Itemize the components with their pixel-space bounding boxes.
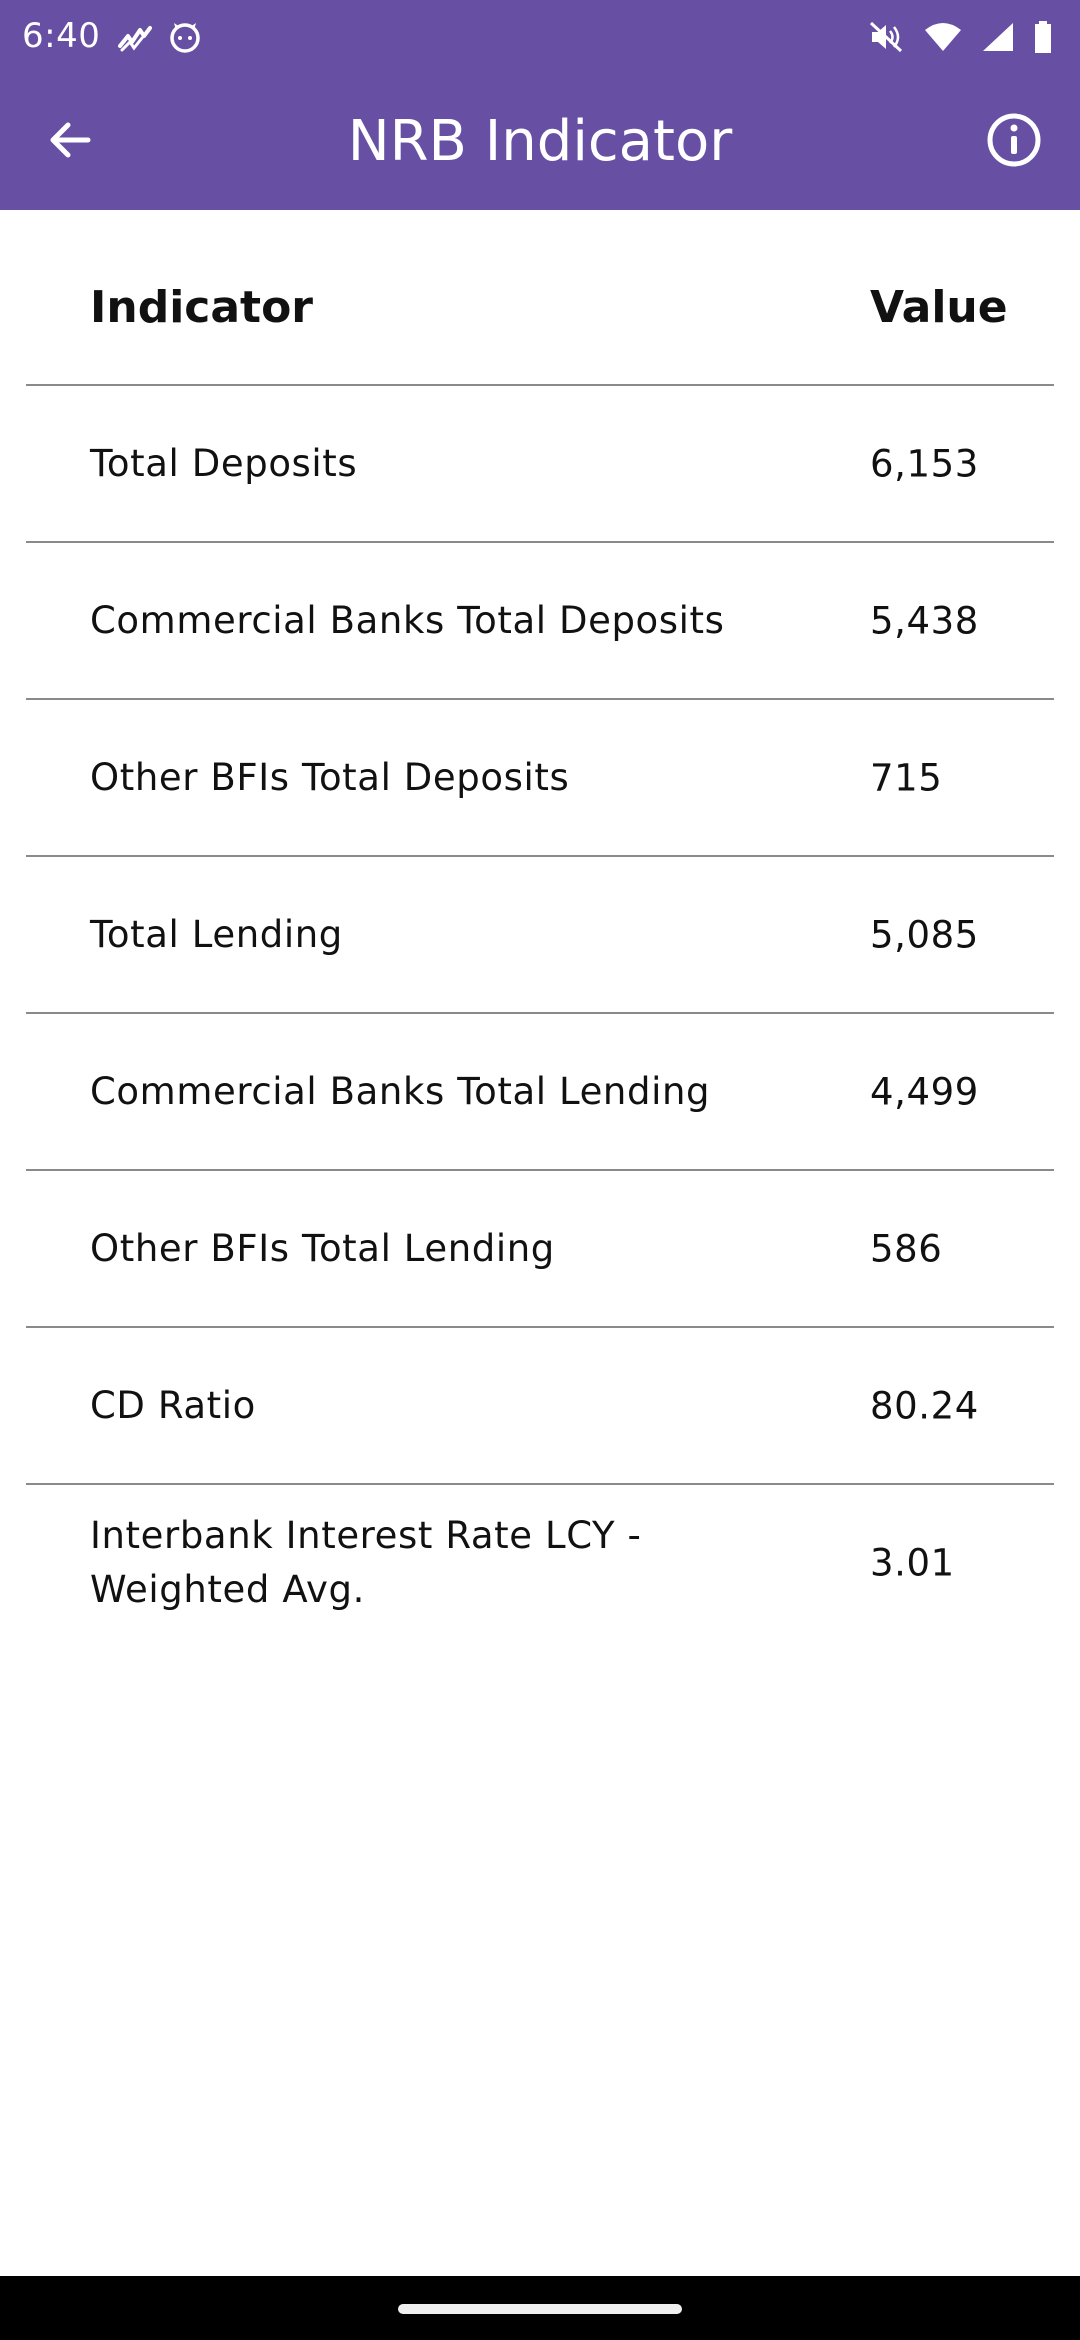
indicator-cell: CD Ratio [90, 1383, 256, 1427]
value-cell: 715 [870, 756, 943, 799]
table-row: Total Deposits 6,153 [26, 386, 1054, 543]
mute-icon [868, 20, 904, 58]
app-bar: NRB Indicator [0, 74, 1080, 210]
value-cell: 5,438 [870, 599, 979, 642]
value-cell: 3.01 [870, 1541, 955, 1584]
table-row: Commercial Banks Total Lending 4,499 [26, 1014, 1054, 1171]
signal-icon [982, 22, 1014, 56]
battery-icon [1034, 21, 1052, 57]
cat-face-icon [168, 20, 202, 58]
table-row: Interbank Interest Rate LCY - Weighted A… [26, 1485, 1054, 1640]
table-row: Commercial Banks Total Deposits 5,438 [26, 543, 1054, 700]
page-title: NRB Indicator [347, 109, 733, 174]
table-row: CD Ratio 80.24 [26, 1328, 1054, 1485]
status-time: 6:40 [22, 16, 101, 56]
value-cell: 6,153 [870, 442, 979, 485]
value-cell: 586 [870, 1227, 943, 1270]
column-header-value: Value [870, 282, 1008, 333]
value-cell: 80.24 [870, 1384, 979, 1427]
table-row: Other BFIs Total Lending 586 [26, 1171, 1054, 1328]
table-row: Other BFIs Total Deposits 715 [26, 700, 1054, 857]
info-icon [986, 112, 1042, 172]
wifi-icon [924, 22, 962, 56]
indicator-cell: Commercial Banks Total Lending [90, 1069, 711, 1113]
indicator-cell: Other BFIs Total Lending [90, 1226, 555, 1270]
info-button[interactable] [982, 110, 1046, 174]
indicator-cell: Total Lending [90, 912, 343, 956]
indicator-cell: Total Deposits [90, 441, 358, 485]
status-left-icons [118, 20, 202, 58]
indicator-cell: Interbank Interest Rate LCY - Weighted A… [90, 1513, 642, 1611]
column-header-indicator: Indicator [90, 282, 314, 333]
table-row: Total Lending 5,085 [26, 857, 1054, 1014]
indicator-table: Indicator Value Total Deposits 6,153 Com… [26, 210, 1054, 1640]
table-header: Indicator Value [26, 210, 1054, 386]
home-gesture-handle[interactable] [398, 2304, 682, 2314]
value-cell: 5,085 [870, 913, 979, 956]
status-right-icons [868, 20, 1052, 58]
value-cell: 4,499 [870, 1070, 979, 1113]
indicator-cell: Commercial Banks Total Deposits [90, 598, 725, 642]
indicator-cell: Other BFIs Total Deposits [90, 755, 570, 799]
system-nav-bar [0, 2276, 1080, 2340]
status-bar: 6:40 [0, 0, 1080, 74]
activity-icon [118, 22, 152, 56]
